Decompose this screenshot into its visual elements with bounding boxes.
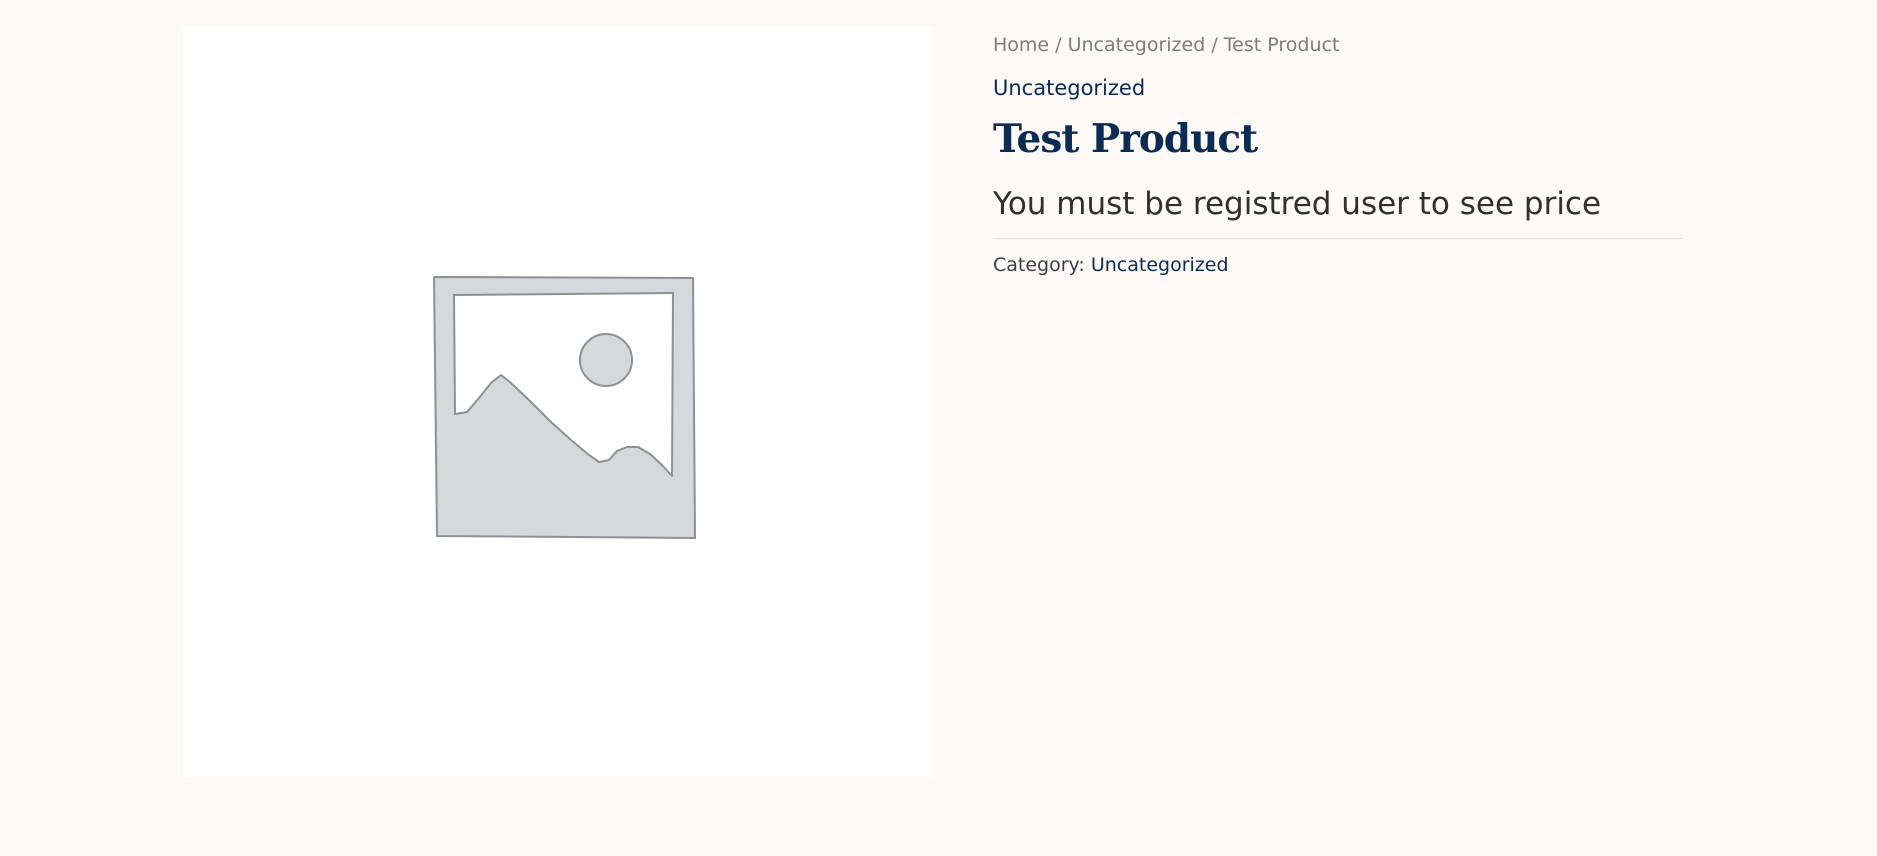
breadcrumb: Home / Uncategorized / Test Product xyxy=(993,27,1683,63)
product-category-link[interactable]: Uncategorized xyxy=(993,74,1145,102)
divider xyxy=(993,238,1683,239)
breadcrumb-current: Test Product xyxy=(1223,34,1340,56)
product-image[interactable] xyxy=(183,27,933,777)
product-title: Test Product xyxy=(993,116,1258,162)
breadcrumb-separator: / xyxy=(1211,34,1218,56)
breadcrumb-home[interactable]: Home xyxy=(993,34,1049,56)
product-summary: Home / Uncategorized / Test Product Unca… xyxy=(993,27,1683,278)
image-placeholder-icon xyxy=(433,276,696,539)
price-notice: You must be registred user to see price xyxy=(993,186,1602,222)
category-label: Category: xyxy=(993,254,1085,276)
meta-category-link[interactable]: Uncategorized xyxy=(1091,254,1229,276)
breadcrumb-category[interactable]: Uncategorized xyxy=(1068,34,1206,56)
breadcrumb-separator: / xyxy=(1055,34,1062,56)
product-meta: Category: Uncategorized xyxy=(993,252,1683,278)
